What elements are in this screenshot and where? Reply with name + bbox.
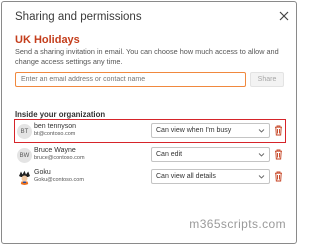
chevron-down-icon [258,175,265,179]
share-button[interactable]: Share [250,72,284,87]
avatar: BT [17,124,32,139]
dialog-title: Sharing and permissions [15,11,142,23]
permission-value: Can edit [156,151,183,158]
person-row: BT ben tennyson bt@contoso.com Can view … [14,119,286,143]
person-email: bruce@contoso.com [34,155,85,161]
trash-icon[interactable] [274,149,283,160]
person-name: Bruce Wayne [34,147,76,154]
permission-select[interactable]: Can view all details [151,169,270,184]
person-row: BW Bruce Wayne bruce@contoso.com Can edi… [15,144,285,166]
permission-select[interactable]: Can edit [151,147,270,162]
person-name: ben tennyson [34,123,77,130]
invite-input[interactable] [15,72,246,87]
person-email: bt@contoso.com [34,131,76,137]
person-email: Goku@contoso.com [34,177,84,183]
avatar: BW [17,148,32,163]
chevron-down-icon [258,129,265,133]
permission-select[interactable]: Can view when I'm busy [151,123,270,138]
item-name: UK Holidays [15,34,80,46]
chevron-down-icon [258,153,265,157]
permission-value: Can view all details [156,173,216,180]
trash-icon[interactable] [274,125,283,136]
watermark: m365scripts.com [189,217,286,231]
trash-icon[interactable] [274,171,283,182]
sharing-dialog: Sharing and permissions UK Holidays Send… [1,1,297,244]
avatar-photo [17,170,32,185]
close-icon[interactable] [278,10,290,22]
section-heading: Inside your organization [15,110,106,119]
permission-value: Can view when I'm busy [156,127,232,134]
description-text: Send a sharing invitation in email. You … [15,47,279,66]
person-row: Goku Goku@contoso.com Can view all detai… [15,166,285,188]
person-name: Goku [34,169,51,176]
